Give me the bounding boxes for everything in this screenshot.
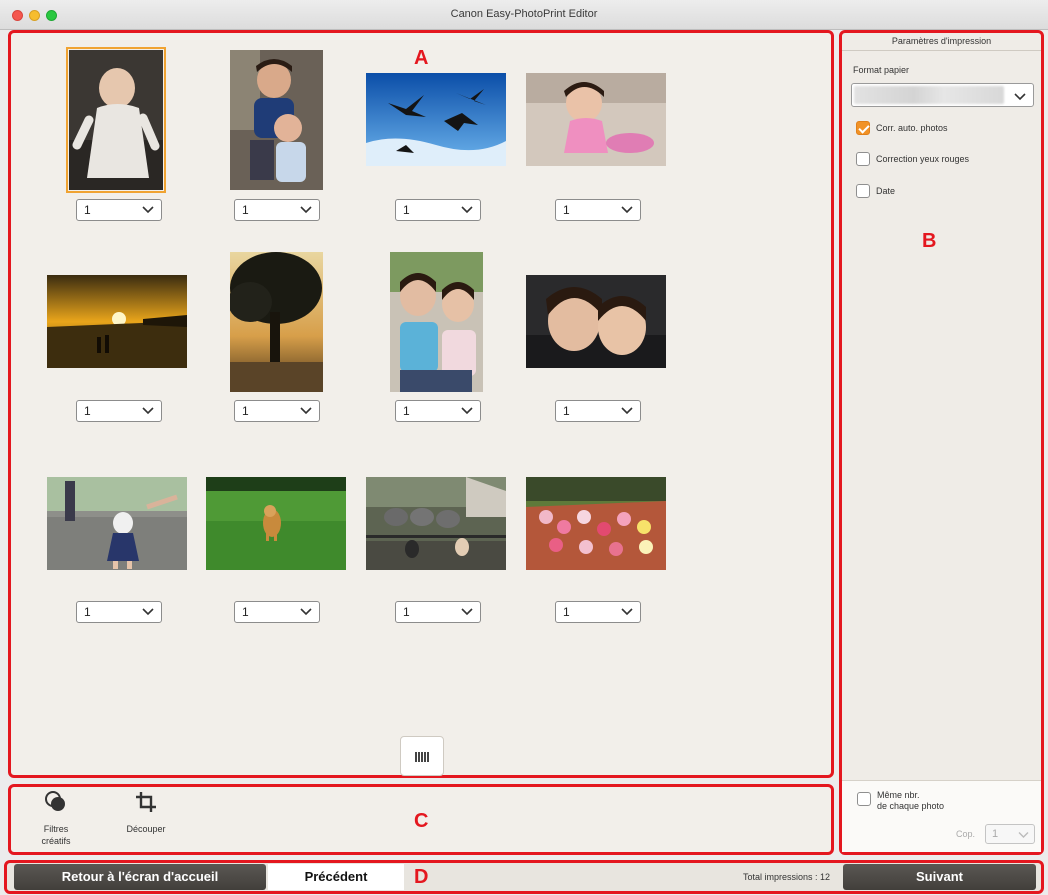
creative-filters-label-line1: Filtres	[43, 824, 69, 834]
quantity-select[interactable]: 1	[234, 199, 320, 221]
quantity-value: 1	[563, 404, 570, 418]
same-count-label-line2: de chaque photo	[877, 801, 945, 811]
chevron-down-icon	[621, 407, 633, 415]
creative-filters-label-line2: créatifs	[41, 836, 71, 846]
photo-thumbnail[interactable]	[366, 73, 506, 166]
quantity-value: 1	[403, 404, 410, 418]
chevron-down-icon	[142, 407, 154, 415]
photo-thumbnail[interactable]	[366, 477, 506, 570]
creative-filters-button[interactable]: Filtres créatifs	[30, 790, 82, 846]
region-label-a: A	[414, 47, 429, 69]
photo-thumbnail[interactable]	[526, 275, 666, 368]
copies-value: 1	[992, 828, 999, 840]
chevron-down-icon	[300, 407, 312, 415]
quantity-value: 1	[242, 605, 249, 619]
crop-button[interactable]: Découper	[118, 790, 174, 834]
chevron-down-icon	[461, 608, 473, 616]
quantity-value: 1	[403, 203, 410, 217]
quantity-value: 1	[563, 605, 570, 619]
chevron-down-icon	[461, 206, 473, 214]
region-label-d: D	[414, 866, 429, 888]
quantity-select[interactable]: 1	[76, 400, 162, 422]
paper-size-value-blurred	[854, 86, 1004, 104]
panel-title: Paramètres d'impression	[842, 33, 1041, 51]
same-count-checkbox[interactable]	[857, 792, 871, 806]
chevron-down-icon	[1018, 832, 1029, 838]
title-bar: Canon Easy-PhotoPrint Editor	[0, 0, 1048, 30]
quantity-select[interactable]: 1	[234, 400, 320, 422]
crop-icon	[136, 792, 156, 812]
chevron-down-icon	[621, 608, 633, 616]
photo-thumbnail[interactable]	[47, 275, 187, 368]
window-title: Canon Easy-PhotoPrint Editor	[450, 8, 598, 20]
quantity-select[interactable]: 1	[555, 601, 641, 623]
quantity-value: 1	[84, 605, 91, 619]
photo-thumbnail[interactable]	[47, 477, 187, 570]
chevron-down-icon	[142, 206, 154, 214]
photo-thumbnail[interactable]	[390, 252, 483, 392]
chevron-down-icon	[621, 206, 633, 214]
quantity-select[interactable]: 1	[76, 601, 162, 623]
quantity-value: 1	[84, 404, 91, 418]
red-eye-checkbox[interactable]	[856, 152, 870, 166]
date-checkbox[interactable]	[856, 184, 870, 198]
quantity-select[interactable]: 1	[395, 199, 481, 221]
quantity-value: 1	[84, 203, 91, 217]
photo-thumbnail[interactable]	[230, 252, 323, 392]
chevron-down-icon	[461, 407, 473, 415]
chevron-down-icon	[142, 608, 154, 616]
photo-thumbnail[interactable]	[526, 477, 666, 570]
quantity-select[interactable]: 1	[76, 199, 162, 221]
quantity-value: 1	[403, 605, 410, 619]
photo-thumbnail[interactable]	[206, 477, 346, 570]
quantity-value: 1	[242, 203, 249, 217]
quantity-select[interactable]: 1	[234, 601, 320, 623]
paper-size-select[interactable]	[851, 83, 1034, 107]
region-label-b: B	[922, 230, 937, 252]
same-count-label-line1: Même nbr.	[877, 790, 920, 800]
photo-thumbnail[interactable]	[66, 47, 166, 193]
previous-button[interactable]: Précédent	[268, 864, 404, 890]
quantity-select[interactable]: 1	[555, 400, 641, 422]
chevron-down-icon	[1014, 93, 1026, 101]
photo-thumbnail[interactable]	[230, 50, 323, 190]
chevron-down-icon	[300, 608, 312, 616]
next-button[interactable]: Suivant	[843, 864, 1036, 890]
quantity-select[interactable]: 1	[395, 400, 481, 422]
copies-select[interactable]: 1	[985, 824, 1035, 844]
chevron-down-icon	[300, 206, 312, 214]
layout-toggle-button[interactable]	[400, 736, 444, 776]
creative-filters-icon	[45, 791, 65, 811]
photo-thumbnail[interactable]	[526, 73, 666, 166]
quantity-value: 1	[563, 203, 570, 217]
home-screen-button[interactable]: Retour à l'écran d'accueil	[14, 864, 266, 890]
quantity-value: 1	[242, 404, 249, 418]
paper-size-label: Format papier	[853, 65, 910, 75]
region-label-c: C	[414, 810, 429, 832]
copies-label: Cop.	[956, 829, 976, 839]
auto-correct-checkbox[interactable]	[856, 121, 870, 135]
date-label: Date	[876, 186, 896, 196]
crop-label: Découper	[126, 824, 166, 834]
quantity-select[interactable]: 1	[555, 199, 641, 221]
total-prints-text: Total impressions : 12	[742, 872, 830, 882]
red-eye-label: Correction yeux rouges	[876, 154, 970, 164]
quantity-select[interactable]: 1	[395, 601, 481, 623]
auto-correct-label: Corr. auto. photos	[876, 123, 948, 133]
